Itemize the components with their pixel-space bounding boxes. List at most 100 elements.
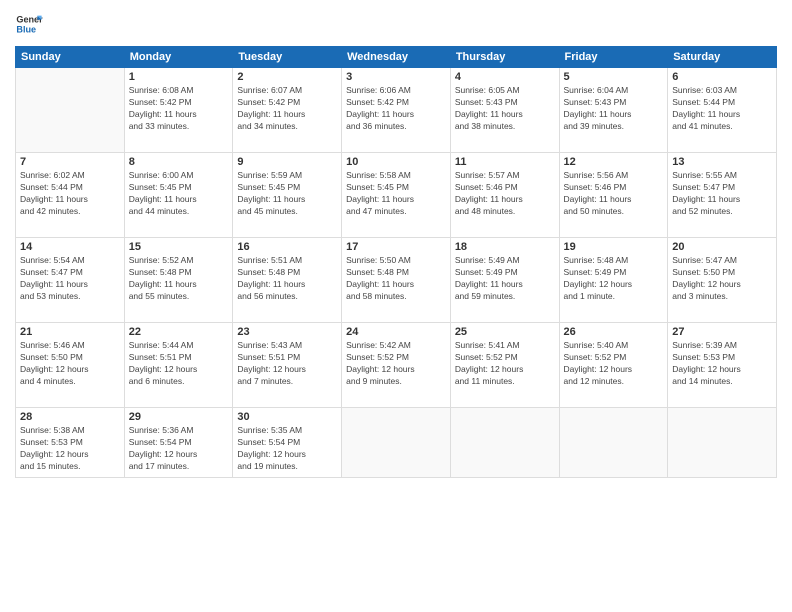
day-number: 23 — [237, 326, 337, 338]
calendar-cell: 26 Sunrise: 5:40 AM Sunset: 5:52 PM Dayli… — [559, 323, 668, 408]
calendar-cell: 14Sunrise: 5:54 AM Sunset: 5:47 PM Dayli… — [16, 238, 125, 323]
calendar-week-4: 21Sunrise: 5:46 AM Sunset: 5:50 PM Dayli… — [16, 323, 777, 408]
day-number: 18 — [455, 241, 555, 253]
day-info: Sunrise: 5:56 AM Sunset: 5:46 PM Dayligh… — [564, 170, 664, 218]
calendar-cell: 21Sunrise: 5:46 AM Sunset: 5:50 PM Dayli… — [16, 323, 125, 408]
calendar-cell — [668, 408, 777, 478]
calendar-table: SundayMondayTuesdayWednesdayThursdayFrid… — [15, 46, 777, 478]
day-number: 11 — [455, 156, 555, 168]
calendar-cell: 9Sunrise: 5:59 AM Sunset: 5:45 PM Daylig… — [233, 153, 342, 238]
calendar-cell: 27 Sunrise: 5:39 AM Sunset: 5:53 PM Dayli… — [668, 323, 777, 408]
day-number: 30 — [237, 411, 337, 423]
day-info: Sunrise: 5:59 AM Sunset: 5:45 PM Dayligh… — [237, 170, 337, 218]
day-header-monday: Monday — [124, 47, 233, 68]
day-info: Sunrise: 6:02 AM Sunset: 5:44 PM Dayligh… — [20, 170, 120, 218]
day-number: 5 — [564, 71, 664, 83]
day-info: Sunrise: 6:06 AM Sunset: 5:42 PM Dayligh… — [346, 85, 446, 133]
calendar-header: SundayMondayTuesdayWednesdayThursdayFrid… — [16, 47, 777, 68]
day-header-sunday: Sunday — [16, 47, 125, 68]
calendar-cell: 17Sunrise: 5:50 AM Sunset: 5:48 PM Dayli… — [342, 238, 451, 323]
day-number: 29 — [129, 411, 229, 423]
day-info: Sunrise: 5:58 AM Sunset: 5:45 PM Dayligh… — [346, 170, 446, 218]
day-info: Sunrise: 6:00 AM Sunset: 5:45 PM Dayligh… — [129, 170, 229, 218]
calendar-cell: 25 Sunrise: 5:41 AM Sunset: 5:52 PM Dayli… — [450, 323, 559, 408]
day-info: Sunrise: 5:41 AM Sunset: 5:52 PM Dayligh… — [455, 340, 555, 388]
day-info: Sunrise: 5:38 AM Sunset: 5:53 PM Dayligh… — [20, 425, 120, 473]
calendar-cell: 30 Sunrise: 5:35 AM Sunset: 5:54 PM Dayli… — [233, 408, 342, 478]
calendar-cell: 2 Sunrise: 6:07 AM Sunset: 5:42 PM Daylig… — [233, 68, 342, 153]
calendar-cell: 16Sunrise: 5:51 AM Sunset: 5:48 PM Dayli… — [233, 238, 342, 323]
calendar-cell: 22Sunrise: 5:44 AM Sunset: 5:51 PM Dayli… — [124, 323, 233, 408]
day-number: 6 — [672, 71, 772, 83]
day-info: Sunrise: 6:04 AM Sunset: 5:43 PM Dayligh… — [564, 85, 664, 133]
calendar-cell: 1 Sunrise: 6:08 AM Sunset: 5:42 PM Daylig… — [124, 68, 233, 153]
calendar-cell: 24Sunrise: 5:42 AM Sunset: 5:52 PM Dayli… — [342, 323, 451, 408]
day-number: 12 — [564, 156, 664, 168]
day-info: Sunrise: 5:57 AM Sunset: 5:46 PM Dayligh… — [455, 170, 555, 218]
page: General Blue SundayMondayTuesdayWednesda… — [0, 0, 792, 612]
day-number: 3 — [346, 71, 446, 83]
svg-text:Blue: Blue — [16, 24, 36, 34]
day-info: Sunrise: 5:35 AM Sunset: 5:54 PM Dayligh… — [237, 425, 337, 473]
calendar-cell: 18 Sunrise: 5:49 AM Sunset: 5:49 PM Dayli… — [450, 238, 559, 323]
day-info: Sunrise: 5:43 AM Sunset: 5:51 PM Dayligh… — [237, 340, 337, 388]
day-number: 7 — [20, 156, 120, 168]
header: General Blue — [15, 10, 777, 38]
calendar-cell: 23 Sunrise: 5:43 AM Sunset: 5:51 PM Dayli… — [233, 323, 342, 408]
day-info: Sunrise: 5:42 AM Sunset: 5:52 PM Dayligh… — [346, 340, 446, 388]
day-number: 2 — [237, 71, 337, 83]
day-info: Sunrise: 6:05 AM Sunset: 5:43 PM Dayligh… — [455, 85, 555, 133]
calendar-week-3: 14Sunrise: 5:54 AM Sunset: 5:47 PM Dayli… — [16, 238, 777, 323]
day-header-thursday: Thursday — [450, 47, 559, 68]
header-row: SundayMondayTuesdayWednesdayThursdayFrid… — [16, 47, 777, 68]
calendar-cell: 6 Sunrise: 6:03 AM Sunset: 5:44 PM Daylig… — [668, 68, 777, 153]
calendar-week-1: 1 Sunrise: 6:08 AM Sunset: 5:42 PM Daylig… — [16, 68, 777, 153]
calendar-body: 1 Sunrise: 6:08 AM Sunset: 5:42 PM Daylig… — [16, 68, 777, 478]
calendar-cell: 4 Sunrise: 6:05 AM Sunset: 5:43 PM Daylig… — [450, 68, 559, 153]
day-header-wednesday: Wednesday — [342, 47, 451, 68]
day-info: Sunrise: 5:48 AM Sunset: 5:49 PM Dayligh… — [564, 255, 664, 303]
day-info: Sunrise: 5:52 AM Sunset: 5:48 PM Dayligh… — [129, 255, 229, 303]
calendar-cell — [16, 68, 125, 153]
calendar-cell: 8 Sunrise: 6:00 AM Sunset: 5:45 PM Daylig… — [124, 153, 233, 238]
calendar-cell: 20 Sunrise: 5:47 AM Sunset: 5:50 PM Dayli… — [668, 238, 777, 323]
day-info: Sunrise: 6:07 AM Sunset: 5:42 PM Dayligh… — [237, 85, 337, 133]
day-number: 19 — [564, 241, 664, 253]
day-info: Sunrise: 6:03 AM Sunset: 5:44 PM Dayligh… — [672, 85, 772, 133]
day-header-tuesday: Tuesday — [233, 47, 342, 68]
day-header-friday: Friday — [559, 47, 668, 68]
calendar-cell: 28 Sunrise: 5:38 AM Sunset: 5:53 PM Dayli… — [16, 408, 125, 478]
day-header-saturday: Saturday — [668, 47, 777, 68]
day-number: 8 — [129, 156, 229, 168]
day-info: Sunrise: 5:44 AM Sunset: 5:51 PM Dayligh… — [129, 340, 229, 388]
day-number: 27 — [672, 326, 772, 338]
day-info: Sunrise: 5:39 AM Sunset: 5:53 PM Dayligh… — [672, 340, 772, 388]
day-number: 28 — [20, 411, 120, 423]
logo: General Blue — [15, 10, 43, 38]
day-number: 1 — [129, 71, 229, 83]
calendar-cell: 15 Sunrise: 5:52 AM Sunset: 5:48 PM Dayli… — [124, 238, 233, 323]
day-info: Sunrise: 5:49 AM Sunset: 5:49 PM Dayligh… — [455, 255, 555, 303]
day-info: Sunrise: 5:54 AM Sunset: 5:47 PM Dayligh… — [20, 255, 120, 303]
day-info: Sunrise: 5:55 AM Sunset: 5:47 PM Dayligh… — [672, 170, 772, 218]
logo-icon: General Blue — [15, 10, 43, 38]
day-info: Sunrise: 5:47 AM Sunset: 5:50 PM Dayligh… — [672, 255, 772, 303]
calendar-cell: 3 Sunrise: 6:06 AM Sunset: 5:42 PM Daylig… — [342, 68, 451, 153]
day-number: 21 — [20, 326, 120, 338]
day-number: 4 — [455, 71, 555, 83]
day-info: Sunrise: 5:40 AM Sunset: 5:52 PM Dayligh… — [564, 340, 664, 388]
day-number: 26 — [564, 326, 664, 338]
day-number: 15 — [129, 241, 229, 253]
calendar-cell: 11 Sunrise: 5:57 AM Sunset: 5:46 PM Dayli… — [450, 153, 559, 238]
calendar-cell: 29Sunrise: 5:36 AM Sunset: 5:54 PM Dayli… — [124, 408, 233, 478]
day-number: 20 — [672, 241, 772, 253]
day-number: 16 — [237, 241, 337, 253]
calendar-cell: 5 Sunrise: 6:04 AM Sunset: 5:43 PM Daylig… — [559, 68, 668, 153]
calendar-cell — [342, 408, 451, 478]
calendar-cell: 12 Sunrise: 5:56 AM Sunset: 5:46 PM Dayli… — [559, 153, 668, 238]
calendar-cell: 13Sunrise: 5:55 AM Sunset: 5:47 PM Dayli… — [668, 153, 777, 238]
calendar-cell: 7 Sunrise: 6:02 AM Sunset: 5:44 PM Daylig… — [16, 153, 125, 238]
day-info: Sunrise: 6:08 AM Sunset: 5:42 PM Dayligh… — [129, 85, 229, 133]
day-number: 25 — [455, 326, 555, 338]
calendar-cell — [559, 408, 668, 478]
